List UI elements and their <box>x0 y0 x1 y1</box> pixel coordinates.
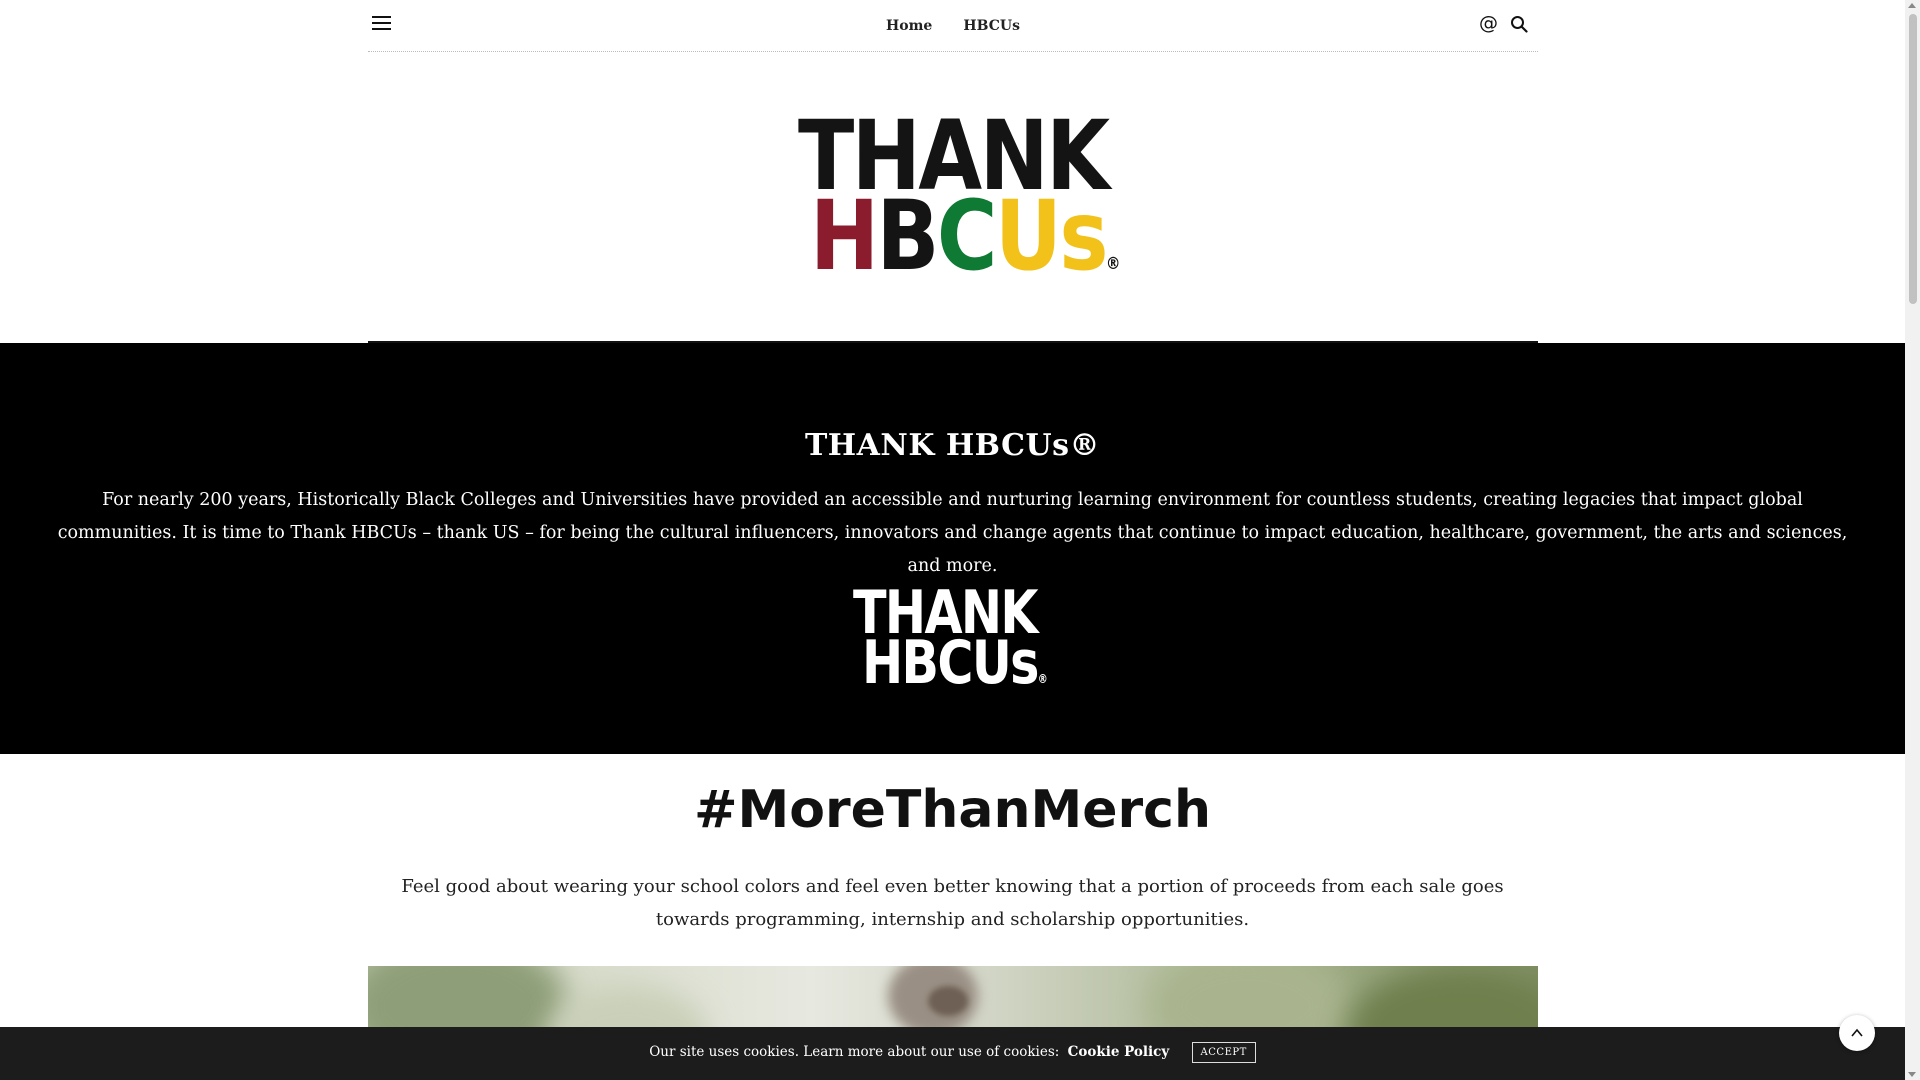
intro-section: THANK HBCUs® For nearly 200 years, Histo… <box>0 343 1905 754</box>
back-to-top-button[interactable] <box>1839 1015 1875 1051</box>
at-sign-icon[interactable]: @ <box>1479 12 1498 34</box>
logo-hbcus-text: HBCUs® <box>810 188 1121 284</box>
logo-letter-c: C <box>936 180 998 292</box>
scroll-up-arrow-icon[interactable] <box>1908 3 1916 8</box>
nav-item-hbcus[interactable]: HBCUs <box>963 18 1020 34</box>
accept-cookies-button[interactable]: ACCEPT <box>1191 1042 1256 1063</box>
chevron-up-icon <box>1851 1028 1863 1037</box>
site-logo[interactable]: THANK HBCUs® <box>798 108 1121 284</box>
nav-item-home[interactable]: Home <box>886 18 932 34</box>
intro-logo-hbcus-text: HBCUs <box>862 628 1039 698</box>
cookie-message: Our site uses cookies. Learn more about … <box>649 1044 1060 1060</box>
intro-logo-hbcus: HBCUs® <box>862 633 1048 693</box>
intro-title: THANK HBCUs® <box>804 428 1101 463</box>
main-nav: Home HBCUs <box>368 15 1538 34</box>
logo-letter-h: H <box>810 180 879 292</box>
intro-text: For nearly 200 years, Historically Black… <box>57 490 1848 576</box>
logo-letter-b: B <box>876 180 940 292</box>
top-navigation-bar: Home HBCUs @ <box>368 0 1538 52</box>
scrollbar-thumb[interactable] <box>1909 14 1917 304</box>
cookie-banner-content: Our site uses cookies. Learn more about … <box>0 1042 1905 1063</box>
merch-title: #MoreThanMerch <box>693 780 1212 840</box>
search-icon[interactable] <box>1510 15 1530 35</box>
page-scrollbar[interactable] <box>1905 0 1920 1080</box>
cookie-banner: Our site uses cookies. Learn more about … <box>0 1027 1905 1080</box>
logo-registered-mark: ® <box>1105 254 1121 274</box>
scroll-down-arrow-icon[interactable] <box>1908 1072 1916 1077</box>
intro-logo: THANK HBCUs® <box>853 583 1063 703</box>
merch-text: Feel good about wearing your school colo… <box>401 876 1504 930</box>
cookie-policy-link[interactable]: Cookie Policy <box>1068 1044 1170 1060</box>
intro-logo-registered-mark: ® <box>1037 672 1048 686</box>
logo-letters-us: Us <box>994 180 1109 292</box>
